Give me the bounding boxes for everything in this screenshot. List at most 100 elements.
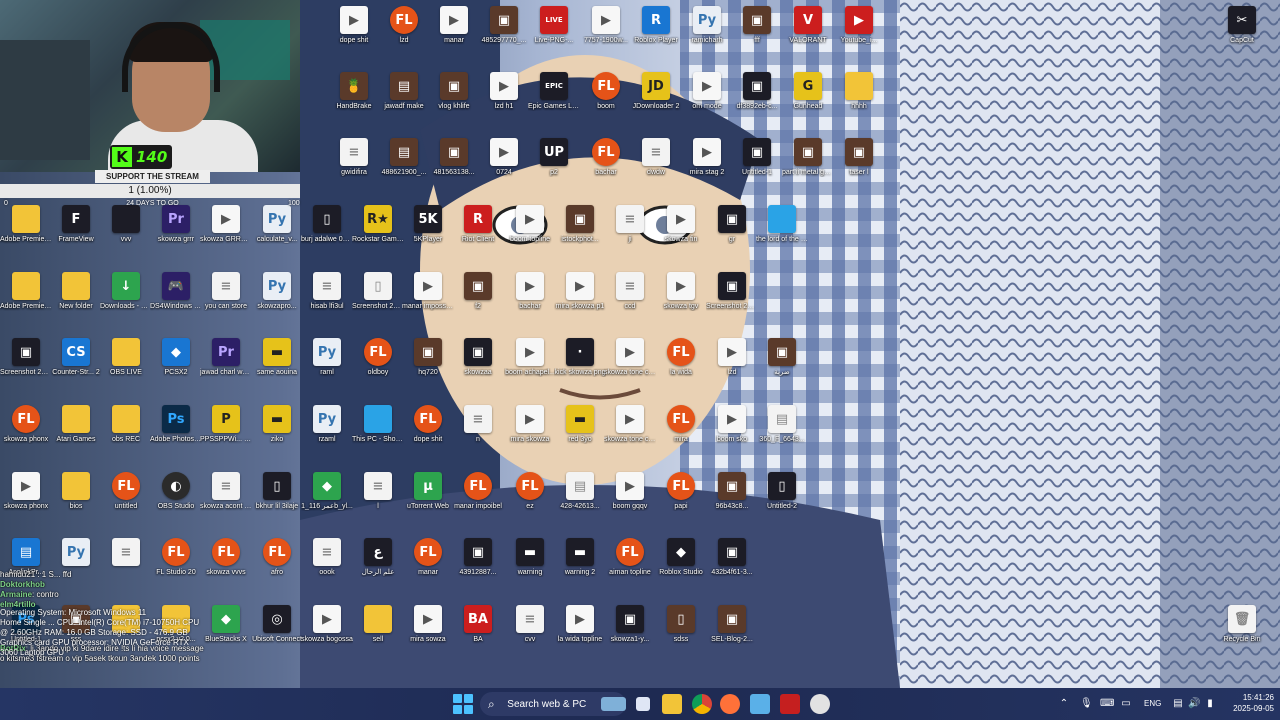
microphone-icon[interactable]: 🎙 [1080, 698, 1093, 710]
desktop-icon[interactable]: ≡ ccd [606, 272, 654, 311]
desktop-icon[interactable]: ▶ manar impossibel [402, 272, 454, 311]
desktop-icon[interactable]: ▣ part ii metal gear solid... [782, 138, 834, 177]
start-button[interactable] [453, 694, 473, 714]
desktop-icon[interactable]: ▣ vlog khlife [430, 72, 478, 111]
desktop-icon[interactable]: ▣ ضربة [758, 338, 806, 377]
desktop-icon[interactable]: FL boom [582, 72, 630, 111]
desktop-icon[interactable]: ▶ boom achapel... [505, 338, 555, 377]
desktop-icon[interactable]: ▣ df3892eb-c... [733, 72, 781, 111]
desktop-icon[interactable]: ≡ ji [606, 205, 654, 244]
volume-icon[interactable]: 🔊 [1188, 698, 1200, 710]
desktop-icon[interactable]: FL ez [506, 472, 554, 511]
desktop-icon[interactable]: ▶ om mode [683, 72, 731, 111]
desktop-icon[interactable]: ◎ Ubisoft Connect [252, 605, 302, 644]
desktop-icon[interactable]: F FrameView [52, 205, 100, 244]
desktop-icon[interactable]: ▤ 488621900_... [380, 138, 428, 177]
desktop-icon[interactable]: ▣ gr [708, 205, 756, 244]
chrome-icon[interactable] [692, 694, 712, 714]
desktop-icon[interactable]: ▶ mira sowza [404, 605, 452, 644]
desktop-icon[interactable]: ▣ skowza1-y... [606, 605, 654, 644]
desktop-icon[interactable]: ▣ hq720 [404, 338, 452, 377]
desktop-icon[interactable]: FL manar [404, 538, 452, 577]
desktop-icon[interactable]: ≡ cvv [506, 605, 554, 644]
desktop-icon[interactable]: BA BA [454, 605, 502, 644]
desktop-icon[interactable]: R Riot Client [454, 205, 502, 244]
desktop-icon[interactable]: ▬ same aouina [253, 338, 301, 377]
desktop-icon[interactable]: ▯ Screenshot 2025-02-... [352, 272, 404, 311]
desktop-icon[interactable]: ▶ skowza tgv [657, 272, 705, 311]
desktop-icon[interactable]: Py raml [303, 338, 351, 377]
desktop-icon[interactable]: ▣ istockphot... [556, 205, 604, 244]
tray-chevron-icon[interactable]: ⌃ [1058, 698, 1070, 710]
desktop-icon[interactable]: ≡ l [354, 472, 402, 511]
desktop-icon[interactable]: ≡ [102, 538, 150, 568]
desktop-icon[interactable]: ▶ 7757-1900w... [582, 6, 630, 45]
desktop-icon[interactable]: V VALORANT [784, 6, 832, 45]
desktop-icon[interactable]: vvv [102, 205, 150, 244]
desktop-icon[interactable]: Ps Adobe Photosh... [150, 405, 202, 444]
desktop-icon[interactable]: ▣ 43912887... [454, 538, 502, 577]
desktop-icon[interactable]: ≡ skowza acont systme [200, 472, 252, 511]
desktop-icon[interactable]: Py skowzapro... [253, 272, 301, 311]
valorant-icon[interactable] [780, 694, 800, 714]
task-view-icon[interactable] [636, 697, 650, 711]
desktop-icon[interactable]: sell [354, 605, 402, 644]
desktop-icon[interactable]: ▶ dope shit [330, 6, 378, 45]
desktop-icon[interactable]: 🎮 DS4Windows - Shortcut [150, 272, 202, 311]
app-icon[interactable] [810, 694, 830, 714]
desktop-icon[interactable]: R Roblox Player [632, 6, 680, 45]
desktop-icon[interactable]: FL oldboy [354, 338, 402, 377]
keyboard-icon[interactable]: ⌨ [1100, 698, 1114, 710]
firefox-icon[interactable] [720, 694, 740, 714]
desktop-icon[interactable]: the lord of the rings p... [756, 205, 808, 244]
desktop-icon[interactable]: ▣ f2 [454, 272, 502, 311]
desktop-icon[interactable]: ▶ bachar [506, 272, 554, 311]
desktop-icon[interactable]: FL mira [657, 405, 705, 444]
desktop-icon[interactable]: ▯ bkhur lil 3ilaje [253, 472, 301, 511]
desktop-icon[interactable]: Py rzaml [303, 405, 351, 444]
desktop-icon[interactable]: ▣ Untitled-1 [733, 138, 781, 177]
desktop-icon[interactable]: ▶ manar [430, 6, 478, 45]
desktop-icon[interactable]: ▶ Youtube_i... [835, 6, 883, 45]
desktop-icon[interactable]: Adobe Premiere P... [0, 205, 52, 244]
desktop-icon[interactable]: ≡ oook [303, 538, 351, 577]
desktop-icon[interactable]: P PPSSPPWi... - Shortcut [200, 405, 252, 444]
desktop-icon[interactable]: ▤ 428-42613... [556, 472, 604, 511]
desktop-icon[interactable]: Adobe Premiere P... [0, 272, 52, 311]
desktop-icon[interactable]: Pr jawad charl wasf nabie [200, 338, 252, 377]
desktop-icon[interactable]: ↓ Downloads - Shortcut [100, 272, 152, 311]
desktop-icon[interactable]: ▶ skowza tone coverffff_1 [604, 338, 656, 377]
taskbar-search[interactable]: ⌕ [480, 692, 626, 716]
desktop-icon[interactable]: ▤ 360_F_6643... [758, 405, 806, 444]
desktop-icon[interactable]: ▶ 0724 [480, 138, 528, 177]
desktop-icon[interactable]: µ uTorrent Web [404, 472, 452, 511]
desktop-icon[interactable]: ▶ skowza bogossa [301, 605, 353, 644]
desktop-icon[interactable]: ▤ jawadf make [380, 72, 428, 111]
desktop-icon[interactable]: ◆ عمر 116_1b_yl... [301, 472, 353, 511]
desktop-icon[interactable]: ◆ Roblox Studio [657, 538, 705, 577]
desktop-icon[interactable]: G Gunhead [784, 72, 832, 111]
desktop-icon[interactable]: ◐ OBS Studio [152, 472, 200, 511]
file-explorer-icon[interactable] [662, 694, 682, 714]
desktop-icon[interactable]: ▣ taser l [835, 138, 883, 177]
desktop-icon[interactable]: ▯ burj adalwe 02l2025 [301, 205, 353, 244]
desktop-icon[interactable]: ▣ Screenshot 2025-09-... [0, 338, 52, 377]
desktop-icon[interactable]: Py calculate_v... [253, 205, 301, 244]
display-icon[interactable]: ▭ [1120, 698, 1132, 710]
desktop-icon[interactable]: ▣ 96b43c8... [708, 472, 756, 511]
desktop-icon[interactable]: FL manar impoibel [454, 472, 502, 511]
desktop-icon[interactable]: ▶ mira stag 2 [683, 138, 731, 177]
desktop-icon[interactable]: ≡ n [454, 405, 502, 444]
desktop-icon[interactable]: FL afro [253, 538, 301, 577]
search-input[interactable] [505, 697, 598, 711]
desktop-icon[interactable]: ✂ CapCut [1218, 6, 1266, 45]
desktop-icon[interactable]: ≡ dwdw [632, 138, 680, 177]
desktop-icon[interactable]: ≡ hisab lfi3ul [303, 272, 351, 311]
desktop-icon[interactable]: Py [52, 538, 100, 568]
desktop-icon[interactable]: hhhh [835, 72, 883, 111]
desktop-icon[interactable]: ▶ skowza phonx [2, 472, 50, 511]
desktop-icon[interactable]: ▣ 481563138... [430, 138, 478, 177]
desktop-icon[interactable]: ▣ skowzaa [454, 338, 502, 377]
desktop-icon[interactable]: bios [52, 472, 100, 511]
desktop-icon[interactable]: ▣ 485297770_... [480, 6, 528, 45]
